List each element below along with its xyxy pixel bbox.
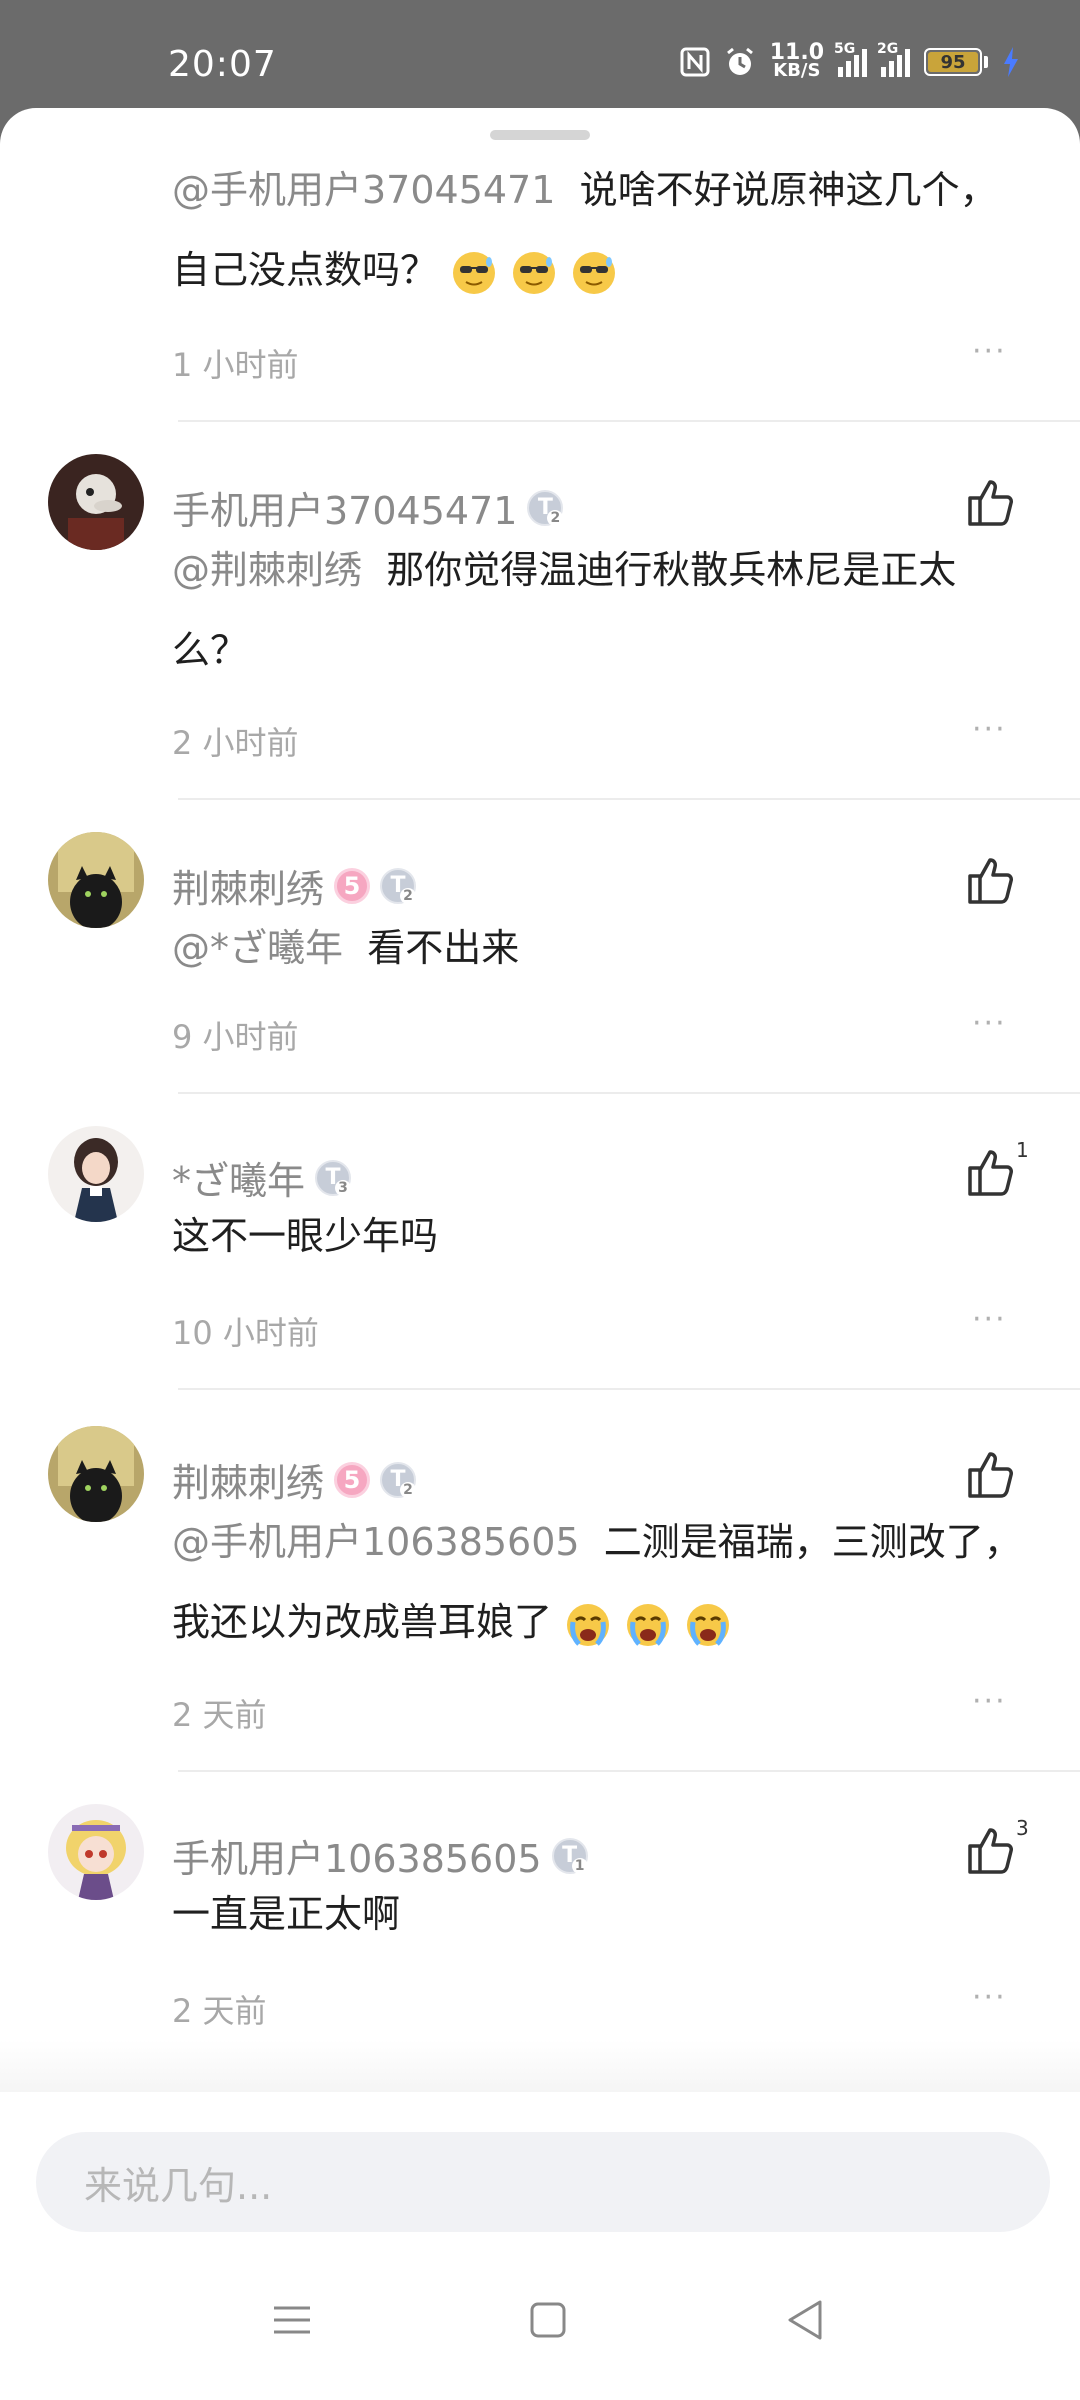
thumbs-up-icon[interactable] bbox=[962, 474, 1018, 530]
thumbs-up-icon[interactable] bbox=[962, 1822, 1018, 1878]
status-bar: 20:07 11.0 KB/S 5G 2G 95 bbox=[0, 0, 1080, 108]
level-badge: T2 bbox=[527, 489, 564, 526]
level-badge: T2 bbox=[380, 867, 417, 904]
more-button[interactable]: ··· bbox=[972, 334, 1007, 369]
divider bbox=[178, 1388, 1080, 1390]
nfc-icon bbox=[680, 47, 710, 77]
comment-input[interactable]: 来说几句... bbox=[36, 2132, 1050, 2232]
more-button[interactable]: ··· bbox=[972, 712, 1007, 747]
divider bbox=[178, 420, 1080, 422]
level-badge: T1 bbox=[551, 1837, 588, 1874]
comment-time: 2 天前 bbox=[172, 1696, 267, 1734]
mention-link[interactable]: @*ざ曦年 bbox=[172, 926, 343, 970]
mention-link[interactable]: @荆棘刺绣 bbox=[172, 548, 362, 592]
scroll-fade bbox=[0, 2040, 1080, 2092]
vip-badge: 5 bbox=[334, 1461, 371, 1498]
avatar[interactable] bbox=[48, 832, 144, 928]
level-badge: T2 bbox=[380, 1461, 417, 1498]
like-count: 3 bbox=[1016, 1816, 1029, 1840]
back-icon[interactable] bbox=[776, 2290, 836, 2350]
comment-time: 10 小时前 bbox=[172, 1314, 319, 1352]
comment-input-bar: 来说几句... bbox=[0, 2092, 1080, 2232]
mention-link[interactable]: @手机用户37045471 bbox=[172, 168, 555, 212]
comment-time: 2 小时前 bbox=[172, 724, 299, 762]
comment-text: @荆棘刺绣 那你觉得温迪行秋散兵林尼是正太么？ bbox=[172, 548, 957, 672]
battery-icon: 95 bbox=[924, 48, 988, 76]
crying-emoji bbox=[564, 1600, 732, 1646]
comment-username[interactable]: 手机用户37045471 T2 bbox=[172, 480, 564, 535]
more-button[interactable]: ··· bbox=[972, 1980, 1007, 2015]
system-nav-bar bbox=[0, 2240, 1080, 2400]
status-icons: 11.0 KB/S 5G 2G 95 bbox=[680, 40, 1020, 81]
comment-sheet: @手机用户37045471 说啥不好说原神这几个，自己没点数吗？ 1 小时前 ·… bbox=[0, 108, 1080, 2400]
net-speed: 11.0 KB/S bbox=[769, 40, 824, 81]
avatar[interactable] bbox=[48, 1126, 144, 1222]
mention-link[interactable]: @手机用户106385605 bbox=[172, 1520, 580, 1564]
signal-5g-icon: 5G bbox=[834, 41, 867, 77]
avatar[interactable] bbox=[48, 1804, 144, 1900]
charging-icon bbox=[1002, 46, 1020, 78]
drag-handle[interactable] bbox=[490, 130, 590, 140]
status-time: 20:07 bbox=[168, 44, 277, 85]
divider bbox=[178, 1770, 1080, 1772]
avatar[interactable] bbox=[48, 454, 144, 550]
divider bbox=[178, 798, 1080, 800]
comment-text: @手机用户106385605 二测是福瑞，三测改了，我还以为改成兽耳娘了 bbox=[172, 1520, 1022, 1646]
comment-time: 1 小时前 bbox=[172, 346, 299, 384]
thumbs-up-icon[interactable] bbox=[962, 852, 1018, 908]
comment-username[interactable]: 荆棘刺绣 5 T2 bbox=[172, 1452, 417, 1507]
more-button[interactable]: ··· bbox=[972, 1302, 1007, 1337]
home-icon[interactable] bbox=[518, 2290, 578, 2350]
more-button[interactable]: ··· bbox=[972, 1684, 1007, 1719]
comment-username[interactable]: 荆棘刺绣 5 T2 bbox=[172, 858, 417, 913]
comment-time: 2 天前 bbox=[172, 1992, 267, 2030]
menu-icon[interactable] bbox=[262, 2290, 322, 2350]
alarm-icon bbox=[724, 46, 756, 78]
vip-badge: 5 bbox=[334, 867, 371, 904]
signal-2g-icon: 2G bbox=[877, 41, 910, 77]
thumbs-up-icon[interactable] bbox=[962, 1144, 1018, 1200]
avatar[interactable] bbox=[48, 1426, 144, 1522]
comment-text: @*ざ曦年 看不出来 bbox=[172, 926, 520, 970]
comment-text: 一直是正太啊 bbox=[172, 1892, 401, 1936]
comment-text: 这不一眼少年吗 bbox=[172, 1214, 439, 1258]
more-button[interactable]: ··· bbox=[972, 1006, 1007, 1041]
sunglasses-sweat-emoji bbox=[450, 248, 618, 294]
comment-time: 9 小时前 bbox=[172, 1018, 299, 1056]
like-count: 1 bbox=[1016, 1138, 1029, 1162]
level-badge: T3 bbox=[315, 1159, 352, 1196]
comment-text: @手机用户37045471 说啥不好说原神这几个，自己没点数吗？ bbox=[172, 168, 998, 294]
divider bbox=[178, 1092, 1080, 1094]
thumbs-up-icon[interactable] bbox=[962, 1446, 1018, 1502]
